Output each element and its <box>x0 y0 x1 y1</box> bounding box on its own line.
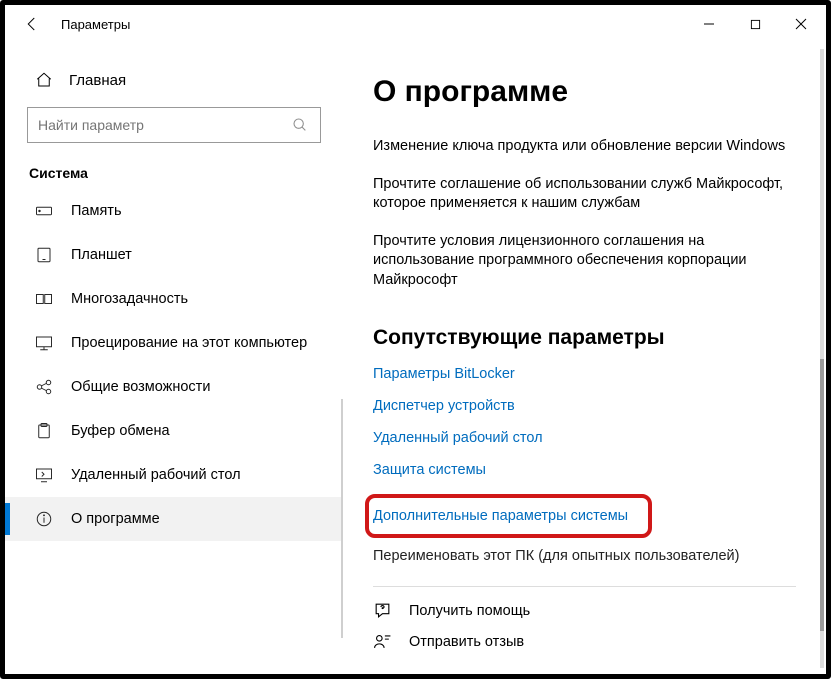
sidebar-item-label: Многозадачность <box>71 291 188 307</box>
link-bitlocker[interactable]: Параметры BitLocker <box>373 366 796 382</box>
sidebar-home[interactable]: Главная <box>5 63 343 97</box>
window-title: Параметры <box>61 17 130 32</box>
give-feedback[interactable]: Отправить отзыв <box>373 632 796 651</box>
sidebar: Главная Система Память Планшет <box>5 43 343 674</box>
back-button[interactable] <box>15 7 49 41</box>
shared-icon <box>35 378 55 396</box>
paragraph-services-agreement: Прочтите соглашение об использовании слу… <box>373 175 796 214</box>
sidebar-item-projecting[interactable]: Проецирование на этот компьютер <box>5 321 343 365</box>
search-box[interactable] <box>27 107 321 143</box>
clipboard-icon <box>35 422 55 440</box>
search-icon <box>292 117 310 133</box>
paragraph-product-key: Изменение ключа продукта или обновление … <box>373 137 796 157</box>
sidebar-item-storage[interactable]: Память <box>5 189 343 233</box>
link-system-protection[interactable]: Защита системы <box>373 462 796 478</box>
paragraph-license-terms: Прочтите условия лицензионного соглашени… <box>373 232 796 291</box>
sidebar-group-label: Система <box>5 145 343 189</box>
sidebar-item-clipboard[interactable]: Буфер обмена <box>5 409 343 453</box>
sidebar-item-label: Общие возможности <box>71 379 210 395</box>
sidebar-item-about[interactable]: О программе <box>5 497 343 541</box>
link-remote-desktop[interactable]: Удаленный рабочий стол <box>373 430 796 446</box>
storage-icon <box>35 202 55 220</box>
sidebar-item-multitasking[interactable]: Многозадачность <box>5 277 343 321</box>
sidebar-item-remote-desktop[interactable]: Удаленный рабочий стол <box>5 453 343 497</box>
link-device-manager[interactable]: Диспетчер устройств <box>373 398 796 414</box>
give-feedback-label: Отправить отзыв <box>409 634 524 650</box>
settings-window: Параметры Главная <box>5 5 826 674</box>
feedback-icon <box>373 632 397 651</box>
close-button[interactable] <box>778 8 824 40</box>
highlight-annotation: Дополнительные параметры системы <box>365 494 652 538</box>
sidebar-item-label: Проецирование на этот компьютер <box>71 335 307 351</box>
multitasking-icon <box>35 290 55 308</box>
link-rename-pc[interactable]: Переименовать этот ПК (для опытных польз… <box>373 548 796 564</box>
sidebar-item-label: О программе <box>71 511 160 527</box>
sidebar-item-tablet[interactable]: Планшет <box>5 233 343 277</box>
main-content: О программе Изменение ключа продукта или… <box>343 43 826 674</box>
sidebar-home-label: Главная <box>69 72 126 89</box>
scrollbar-thumb[interactable] <box>820 359 824 631</box>
sidebar-item-label: Планшет <box>71 247 132 263</box>
page-heading: О программе <box>373 75 796 109</box>
search-input[interactable] <box>38 117 292 133</box>
scrollbar[interactable] <box>820 49 824 668</box>
titlebar: Параметры <box>5 5 826 43</box>
remote-desktop-icon <box>35 466 55 484</box>
home-icon <box>35 71 55 89</box>
minimize-button[interactable] <box>686 8 732 40</box>
get-help-label: Получить помощь <box>409 603 530 619</box>
separator <box>373 586 796 587</box>
sidebar-item-shared[interactable]: Общие возможности <box>5 365 343 409</box>
projecting-icon <box>35 334 55 352</box>
sidebar-item-label: Память <box>71 203 122 219</box>
link-advanced-system-settings[interactable]: Дополнительные параметры системы <box>373 508 628 524</box>
sidebar-item-label: Удаленный рабочий стол <box>71 467 241 483</box>
about-icon <box>35 510 55 528</box>
get-help[interactable]: Получить помощь <box>373 601 796 620</box>
maximize-button[interactable] <box>732 8 778 40</box>
sidebar-item-label: Буфер обмена <box>71 423 170 439</box>
related-heading: Сопутствующие параметры <box>373 326 796 350</box>
tablet-icon <box>35 246 55 264</box>
help-icon <box>373 601 397 620</box>
